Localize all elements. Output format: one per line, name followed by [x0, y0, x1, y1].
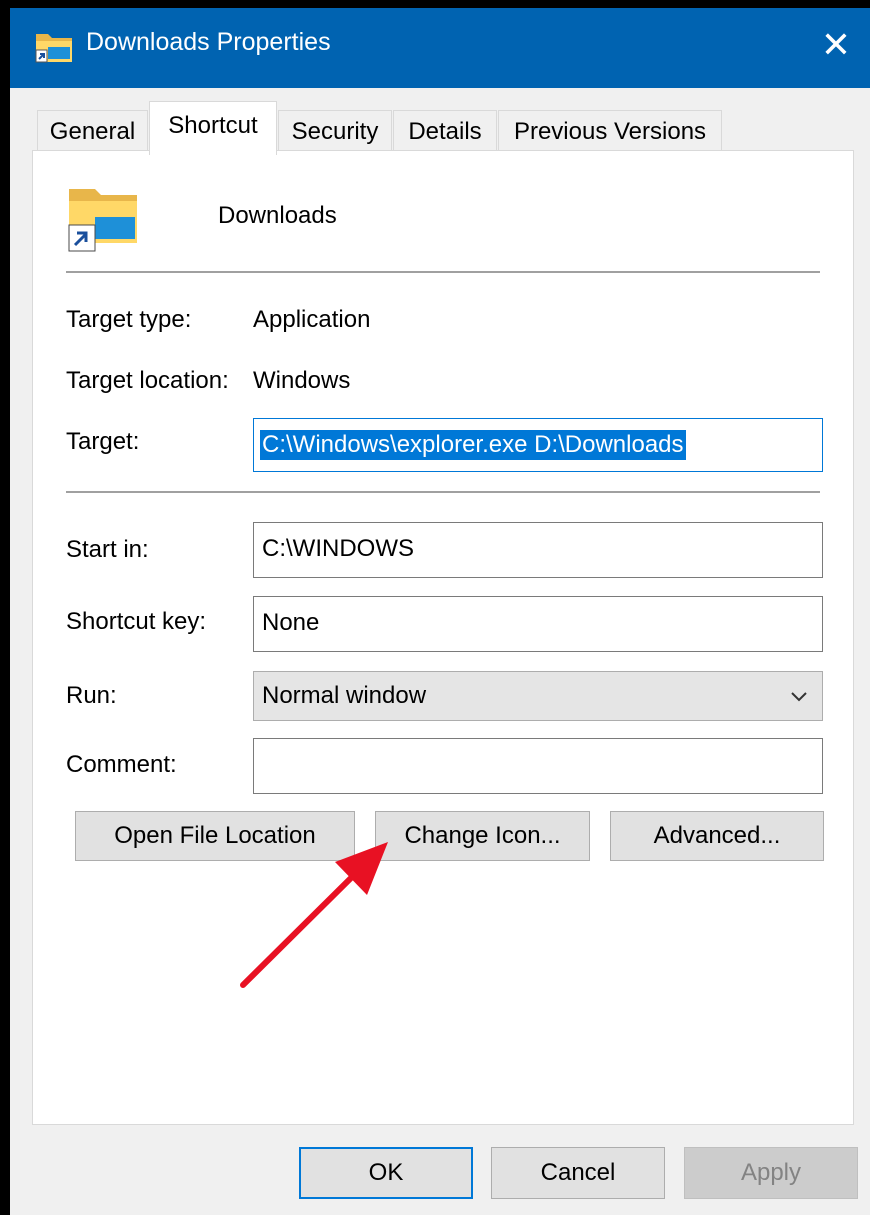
shortcut-key-label: Shortcut key: — [66, 608, 207, 635]
advanced-button[interactable]: Advanced... — [610, 811, 824, 861]
change-icon-button[interactable]: Change Icon... — [375, 811, 590, 861]
tab-details[interactable]: Details — [393, 110, 497, 154]
run-label: Run: — [66, 682, 117, 709]
tab-general[interactable]: General — [37, 110, 148, 154]
open-file-location-button[interactable]: Open File Location — [75, 811, 355, 861]
target-type-label: Target type: — [66, 306, 192, 333]
target-location-label: Target location: — [66, 367, 229, 394]
close-icon: ✕ — [820, 25, 852, 66]
shortcut-key-field[interactable]: None — [253, 596, 823, 652]
start-in-label: Start in: — [66, 536, 149, 563]
chevron-down-icon — [786, 672, 812, 720]
comment-label: Comment: — [66, 751, 177, 778]
target-label: Target: — [66, 428, 140, 455]
shortcut-name: Downloads — [218, 202, 337, 229]
window-frame-top — [0, 0, 870, 8]
ok-button[interactable]: OK — [299, 1147, 473, 1199]
cancel-button[interactable]: Cancel — [491, 1147, 665, 1199]
target-field-value: C:\Windows\explorer.exe D:\Downloads — [260, 430, 686, 460]
run-select[interactable]: Normal window — [253, 671, 823, 721]
target-location-value: Windows — [253, 367, 351, 394]
separator-middle — [66, 491, 820, 493]
close-button[interactable]: ✕ — [808, 18, 864, 74]
run-select-value: Normal window — [262, 682, 427, 709]
target-field[interactable]: C:\Windows\explorer.exe D:\Downloads — [253, 418, 823, 472]
start-in-field[interactable]: C:\WINDOWS — [253, 522, 823, 578]
window-title: Downloads Properties — [86, 28, 331, 56]
window-frame-left — [0, 0, 10, 1215]
folder-shortcut-icon — [34, 30, 74, 64]
tab-security[interactable]: Security — [278, 110, 392, 154]
apply-button[interactable]: Apply — [684, 1147, 858, 1199]
comment-field[interactable] — [253, 738, 823, 794]
tab-previous-versions[interactable]: Previous Versions — [498, 110, 722, 154]
separator-top — [66, 271, 820, 273]
tab-shortcut[interactable]: Shortcut — [149, 101, 277, 155]
folder-shortcut-icon — [65, 187, 140, 252]
target-type-value: Application — [253, 306, 371, 333]
